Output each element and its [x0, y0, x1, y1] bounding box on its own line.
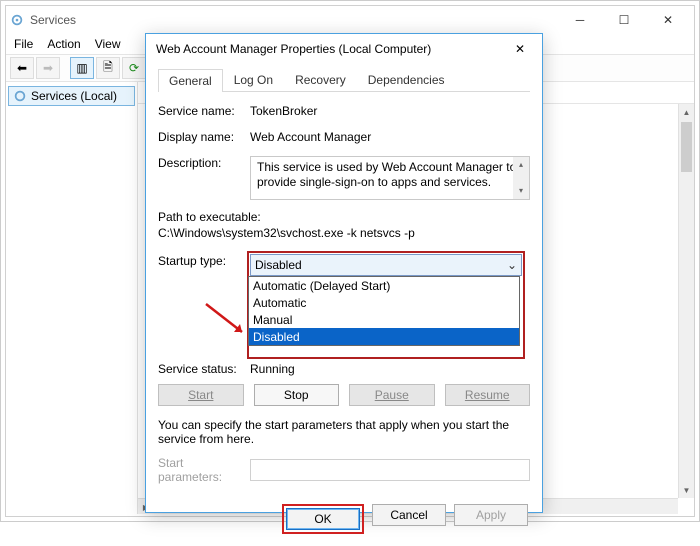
- dialog-title: Web Account Manager Properties (Local Co…: [156, 42, 508, 56]
- back-button[interactable]: ⬅: [10, 57, 34, 79]
- description-box: This service is used by Web Account Mana…: [250, 156, 530, 200]
- arrow-left-icon: ⬅: [17, 61, 27, 75]
- label-display-name: Display name:: [158, 130, 250, 144]
- apply-button: Apply: [454, 504, 528, 526]
- tab-general[interactable]: General: [158, 69, 223, 92]
- window-controls: ─ ☐ ✕: [558, 7, 690, 33]
- pause-button: Pause: [349, 384, 435, 406]
- main-titlebar: Services ─ ☐ ✕: [6, 6, 694, 34]
- properties-dialog: Web Account Manager Properties (Local Co…: [145, 33, 543, 513]
- label-description: Description:: [158, 156, 250, 170]
- menu-file[interactable]: File: [14, 37, 33, 51]
- start-button: Start: [158, 384, 244, 406]
- tree-item-label: Services (Local): [31, 89, 117, 103]
- page-icon: 🗎: [103, 58, 113, 79]
- label-service-name: Service name:: [158, 104, 250, 118]
- stop-button[interactable]: Stop: [254, 384, 340, 406]
- chevron-down-icon: ⌄: [507, 258, 517, 272]
- startup-option-automatic-delayed[interactable]: Automatic (Delayed Start): [249, 277, 519, 294]
- forward-button[interactable]: ➡: [36, 57, 60, 79]
- startup-option-disabled[interactable]: Disabled: [249, 328, 519, 345]
- label-service-status: Service status:: [158, 362, 250, 376]
- value-service-name: TokenBroker: [250, 104, 530, 118]
- description-text: This service is used by Web Account Mana…: [257, 160, 516, 189]
- description-scrollbar[interactable]: ▴ ▾: [513, 157, 529, 199]
- dialog-titlebar: Web Account Manager Properties (Local Co…: [146, 34, 542, 64]
- label-startup-type: Startup type:: [158, 254, 250, 268]
- startup-type-dropdown-list: Automatic (Delayed Start) Automatic Manu…: [248, 276, 520, 346]
- desc-scroll-up-icon[interactable]: ▴: [513, 157, 529, 173]
- startup-type-combobox[interactable]: Disabled ⌄: [250, 254, 522, 276]
- refresh-button[interactable]: ⟳: [122, 57, 146, 79]
- value-service-status: Running: [250, 362, 530, 376]
- vertical-scroll-thumb[interactable]: [681, 122, 692, 172]
- menu-action[interactable]: Action: [47, 37, 80, 51]
- services-app-icon: [10, 13, 24, 27]
- close-button[interactable]: ✕: [646, 7, 690, 33]
- cancel-button[interactable]: Cancel: [372, 504, 446, 526]
- scroll-up-icon[interactable]: ▲: [679, 104, 694, 120]
- value-display-name: Web Account Manager: [250, 130, 530, 144]
- tree-item-services-local[interactable]: Services (Local): [8, 86, 135, 106]
- label-start-parameters: Start parameters:: [158, 456, 250, 484]
- dialog-tabs: General Log On Recovery Dependencies: [158, 68, 530, 92]
- label-path: Path to executable:: [158, 210, 530, 224]
- main-title: Services: [30, 13, 558, 27]
- value-path: C:\Windows\system32\svchost.exe -k netsv…: [158, 226, 530, 240]
- annotation-ok-box: OK: [282, 504, 364, 534]
- gear-icon: [13, 89, 27, 103]
- minimize-button[interactable]: ─: [558, 7, 602, 33]
- tab-recovery[interactable]: Recovery: [284, 68, 357, 91]
- refresh-icon: ⟳: [129, 61, 139, 75]
- dialog-close-button[interactable]: ✕: [508, 38, 532, 60]
- close-icon: ✕: [515, 42, 525, 56]
- desc-scroll-down-icon[interactable]: ▾: [513, 183, 529, 199]
- annotation-arrow-icon: [204, 302, 254, 342]
- arrow-right-icon: ➡: [43, 61, 53, 75]
- dialog-footer: OK Cancel Apply: [146, 494, 542, 546]
- show-hide-tree-button[interactable]: ▥: [70, 57, 94, 79]
- maximize-button[interactable]: ☐: [602, 7, 646, 33]
- startup-option-manual[interactable]: Manual: [249, 311, 519, 328]
- vertical-scrollbar[interactable]: ▲ ▼: [678, 104, 694, 498]
- properties-button[interactable]: 🗎: [96, 57, 120, 79]
- ok-button[interactable]: OK: [286, 508, 360, 530]
- start-parameters-note: You can specify the start parameters tha…: [158, 418, 530, 446]
- tab-dependencies[interactable]: Dependencies: [357, 68, 456, 91]
- menu-view[interactable]: View: [95, 37, 121, 51]
- resume-button: Resume: [445, 384, 531, 406]
- tree-pane: Services (Local): [6, 82, 138, 514]
- scroll-down-icon[interactable]: ▼: [679, 482, 694, 498]
- startup-option-automatic[interactable]: Automatic: [249, 294, 519, 311]
- tab-logon[interactable]: Log On: [223, 68, 284, 91]
- panel-icon: ▥: [76, 61, 87, 75]
- startup-type-value: Disabled: [255, 258, 302, 272]
- start-parameters-input: [250, 459, 530, 481]
